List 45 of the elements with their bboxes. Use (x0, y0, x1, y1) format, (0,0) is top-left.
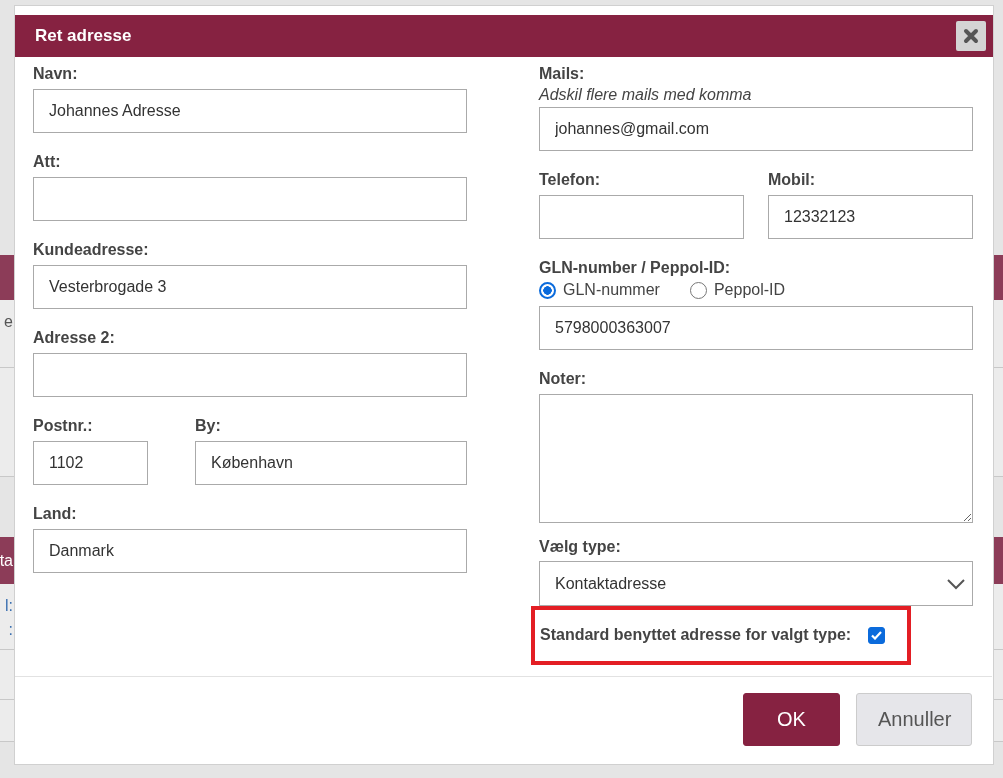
text-field[interactable] (539, 195, 744, 239)
text-field[interactable]: Danmark (33, 529, 467, 573)
text-field[interactable]: 1102 (33, 441, 148, 485)
radio-label[interactable]: GLN-nummer (563, 281, 660, 299)
close-icon (963, 28, 979, 44)
field-label: Att: (33, 153, 62, 172)
chevron-down-icon (946, 577, 966, 590)
text-field[interactable] (33, 353, 467, 397)
text-field[interactable]: Vesterbrogade 3 (33, 265, 467, 309)
field-label: Adresse 2: (33, 329, 116, 348)
field-label: Kundeadresse: (33, 241, 150, 260)
field-label: Mobil: (768, 171, 817, 190)
background-text: ta (0, 551, 13, 570)
text-field[interactable] (33, 177, 467, 221)
radio-button[interactable] (539, 281, 556, 299)
dropdown-value: Kontaktadresse (555, 574, 667, 593)
field-label: GLN-number / Peppol-ID: (539, 259, 732, 278)
field-label: Mails: (539, 65, 586, 84)
text-field[interactable]: 12332123 (768, 195, 973, 239)
radio-button[interactable] (689, 281, 707, 299)
text-field[interactable]: 5798000363007 (539, 306, 973, 350)
checkmark-icon (871, 630, 883, 640)
dialog-title: Ret adresse (35, 26, 132, 46)
cancel-button[interactable]: Annuller (856, 693, 972, 746)
field-label: Vælg type: (539, 538, 622, 557)
field-label: Telefon: (539, 171, 602, 190)
background-text: e (4, 313, 13, 331)
field-label: Postnr.: (33, 417, 94, 436)
background-text: : (8, 621, 13, 639)
text-field[interactable]: Johannes Adresse (33, 89, 467, 133)
type-dropdown[interactable]: Kontaktadresse (539, 561, 973, 606)
field-label: Land: (33, 505, 78, 524)
field-label: Noter: (539, 370, 588, 389)
ok-button[interactable]: OK (743, 693, 840, 746)
checkbox-label: Standard benyttet adresse for valgt type: (540, 626, 852, 644)
background-text: l: (5, 597, 13, 615)
close-button[interactable] (956, 21, 986, 51)
notes-textarea[interactable] (539, 394, 973, 523)
text-field[interactable]: København (195, 441, 467, 485)
field-label: By: (195, 417, 222, 436)
field-label: Navn: (33, 65, 79, 84)
radio-label[interactable]: Peppol-ID (713, 281, 786, 299)
hint-text: Adskil flere mails med komma (539, 86, 753, 104)
text-field[interactable]: johannes@gmail.com (539, 107, 973, 151)
checkbox[interactable] (868, 626, 886, 644)
